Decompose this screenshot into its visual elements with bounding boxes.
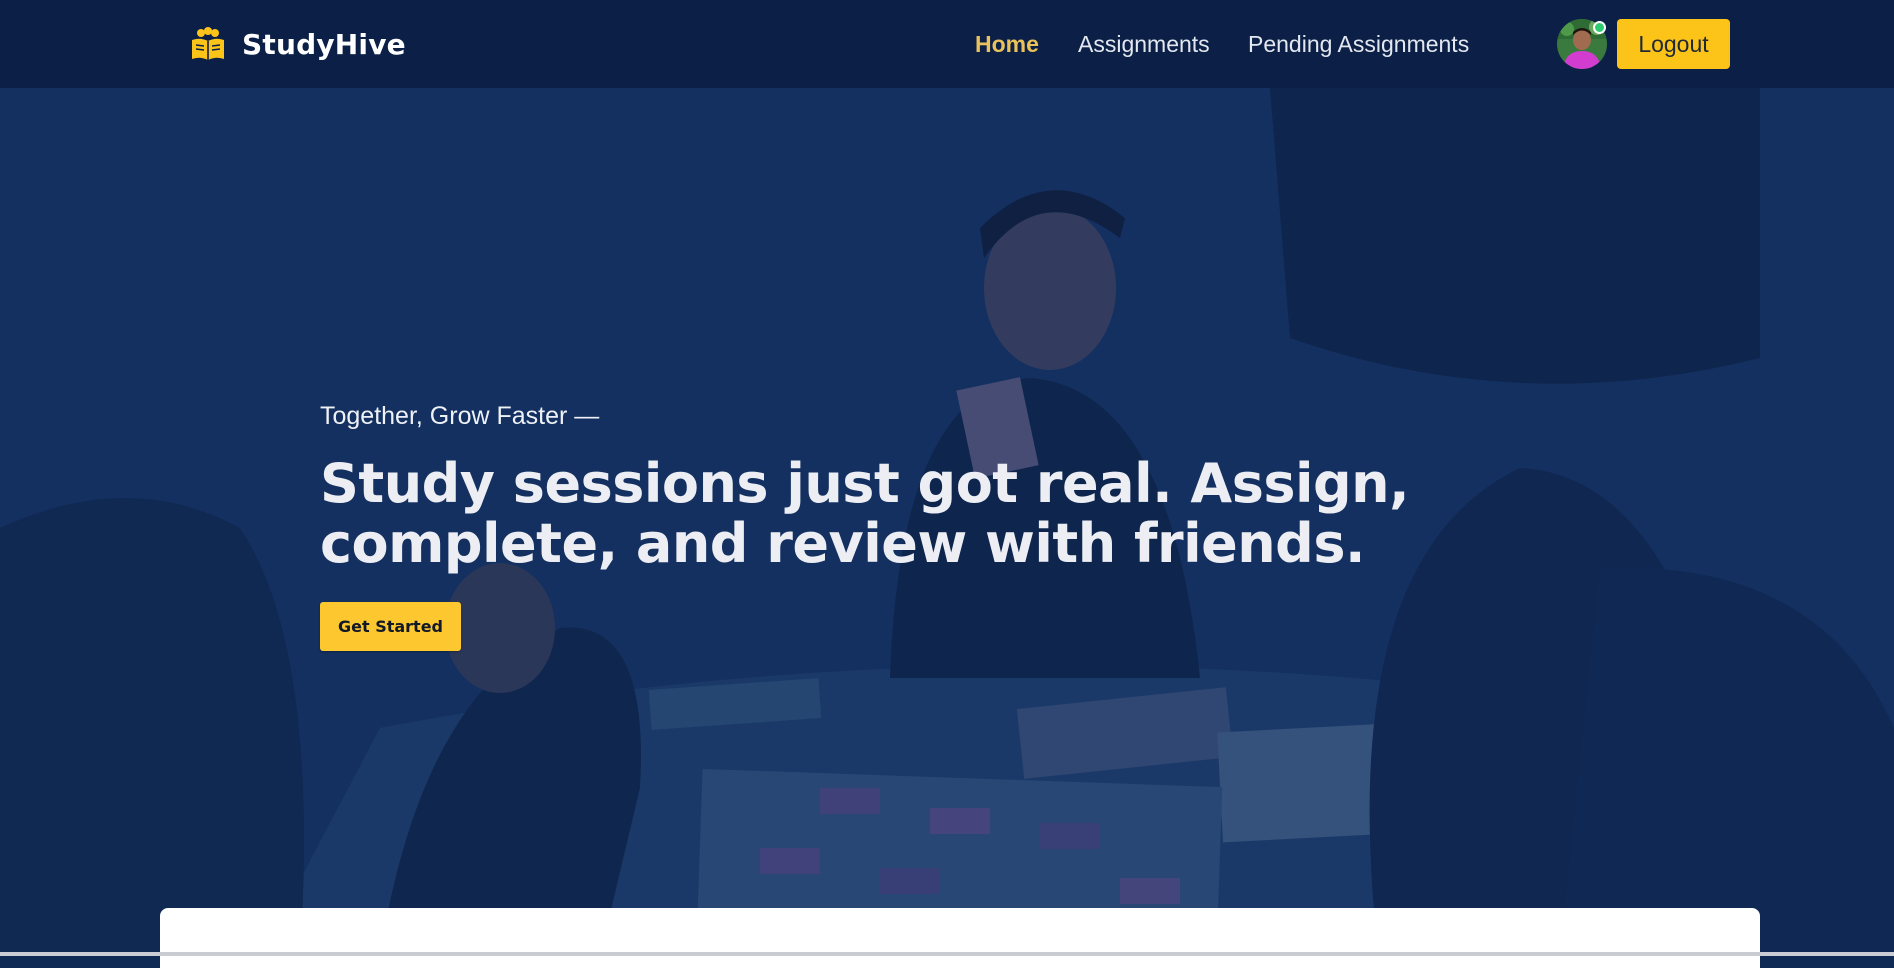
- brand-logo-link[interactable]: StudyHive: [190, 24, 406, 64]
- logout-button[interactable]: Logout: [1617, 19, 1730, 69]
- hero-headline: Study sessions just got real. Assign, co…: [320, 452, 1410, 575]
- nav-link-pending-assignments[interactable]: Pending Assignments: [1248, 30, 1469, 58]
- get-started-button[interactable]: Get Started: [320, 602, 461, 651]
- open-book-group-icon: [192, 27, 224, 60]
- online-status-dot: [1593, 21, 1606, 34]
- hero-section: Together, Grow Faster — Study sessions j…: [0, 88, 1894, 956]
- nav-link-assignments[interactable]: Assignments: [1078, 30, 1210, 58]
- page-bottom-edge: [0, 952, 1894, 956]
- hero-content: Together, Grow Faster — Study sessions j…: [320, 400, 1470, 651]
- top-navbar: StudyHive Home Assignments Pending Assig…: [0, 0, 1894, 88]
- user-avatar-wrapper[interactable]: [1557, 19, 1607, 69]
- hero-tagline: Together, Grow Faster —: [320, 402, 600, 430]
- nav-link-home[interactable]: Home: [975, 30, 1039, 58]
- brand-name: StudyHive: [242, 27, 406, 61]
- content-card: [160, 908, 1760, 968]
